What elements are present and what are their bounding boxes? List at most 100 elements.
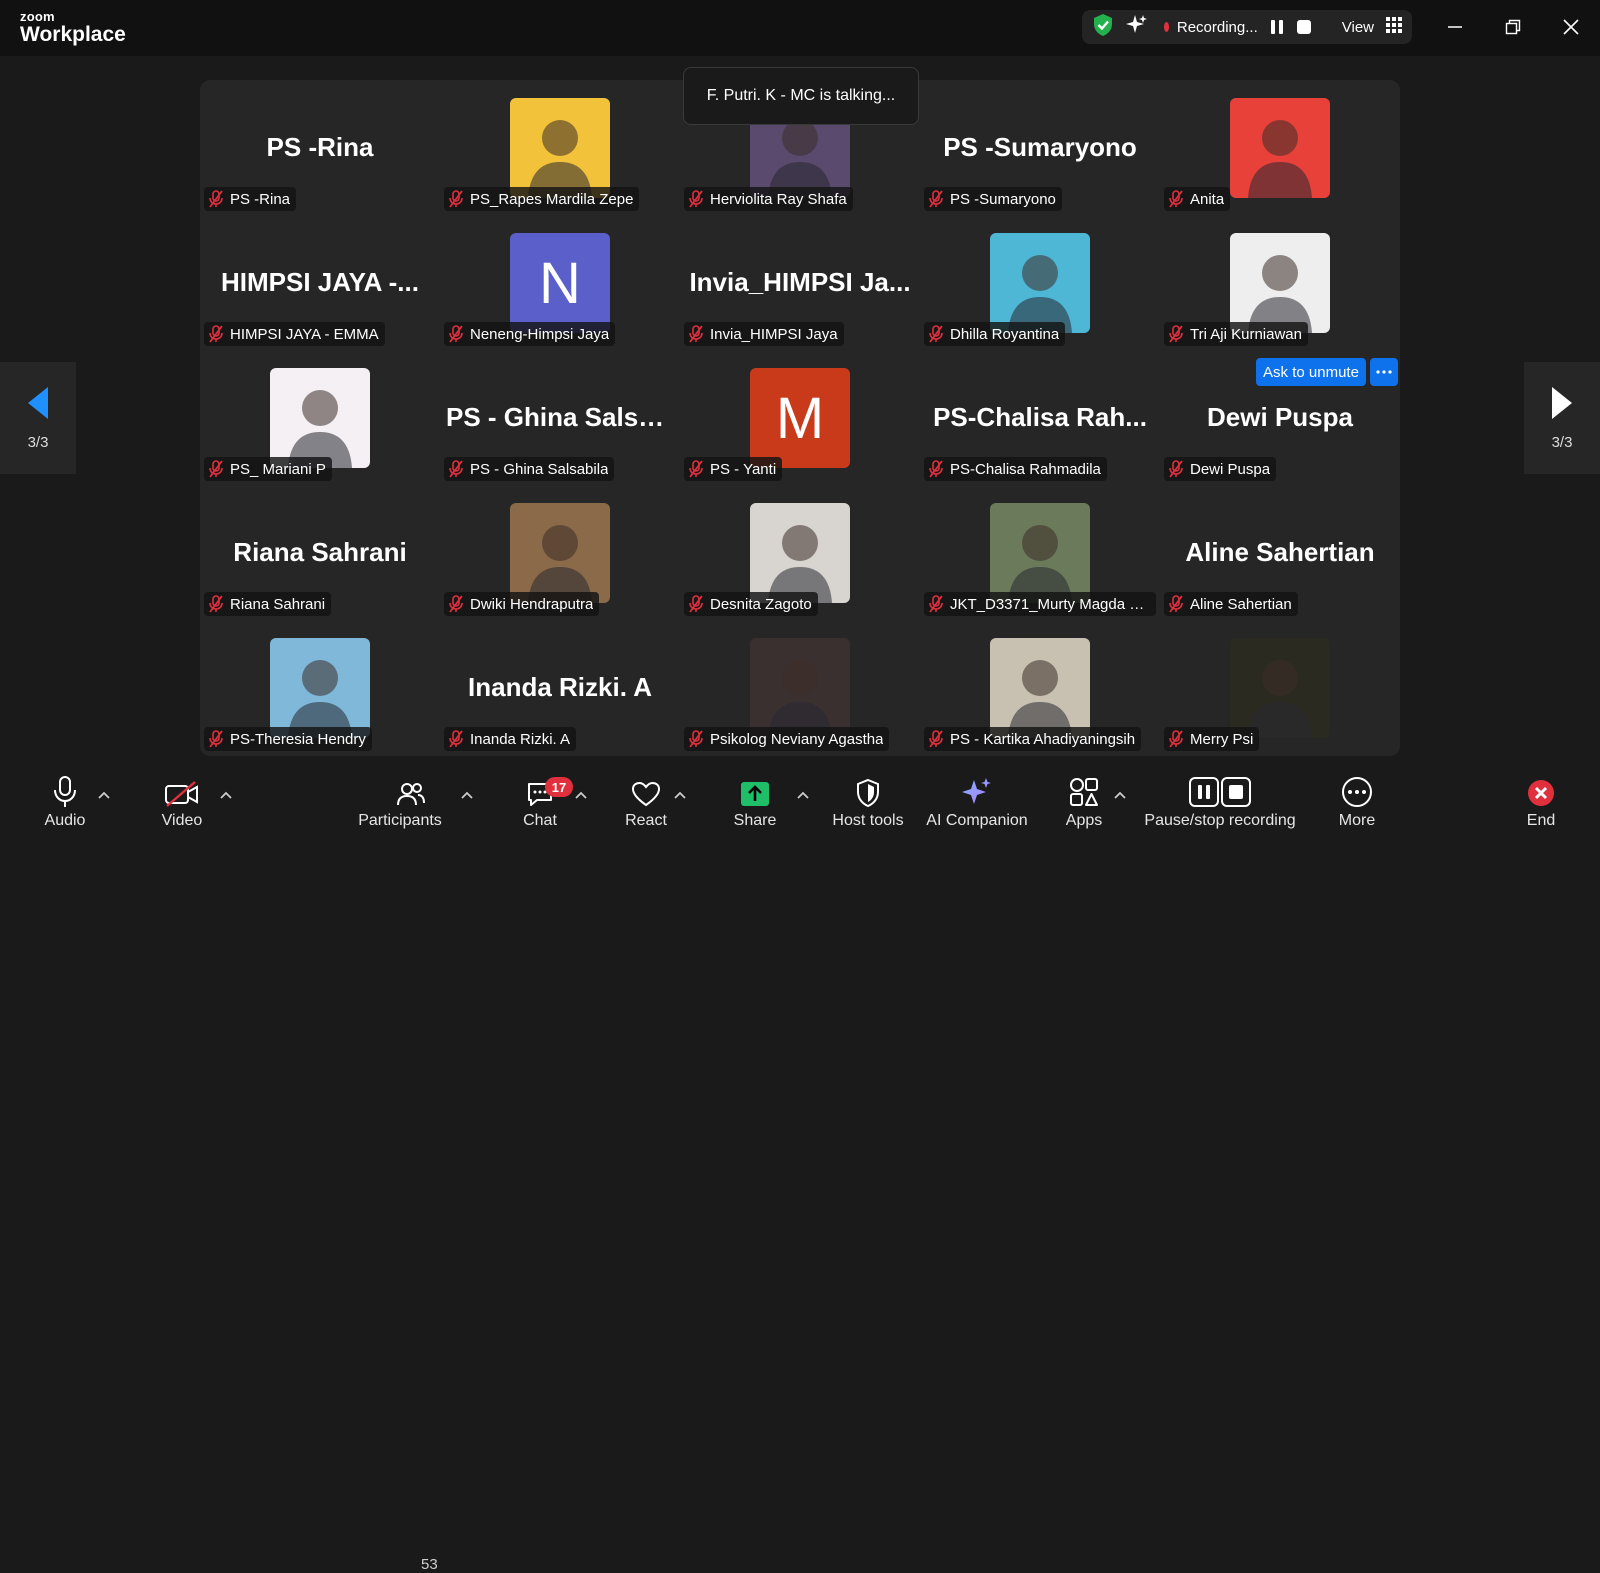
participant-name-label: Dewi Puspa (1164, 457, 1277, 481)
arrow-left-icon (28, 386, 48, 419)
participant-name: Riana Sahrani (230, 595, 326, 613)
participant-name-label: Anita (1164, 187, 1231, 211)
participant-tile[interactable]: Merry Psi (1160, 620, 1400, 755)
apps-button[interactable]: Apps (1059, 770, 1109, 840)
participant-tile[interactable]: PS_Rapes Mardila Zepe (440, 80, 680, 215)
participant-tile[interactable]: PS - Kartika Ahadiyaningsih (920, 620, 1160, 755)
microphone-icon (52, 770, 78, 808)
next-page-button[interactable]: 3/3 (1524, 362, 1600, 474)
participant-name-label: PS_ Mariani P (204, 457, 332, 481)
video-button[interactable]: Video (155, 770, 209, 840)
ask-to-unmute-button[interactable]: Ask to unmute (1256, 358, 1366, 386)
close-button[interactable] (1556, 12, 1586, 42)
audio-label: Audio (44, 812, 86, 829)
heart-icon (631, 770, 661, 808)
participant-tile[interactable]: M PS - Yanti (680, 350, 920, 485)
participants-options-caret-icon[interactable] (460, 788, 474, 802)
participant-name: PS_ Mariani P (230, 460, 326, 478)
participant-tile[interactable]: Dwiki Hendraputra (440, 485, 680, 620)
muted-mic-icon (929, 730, 943, 748)
participant-name-label: Aline Sahertian (1164, 592, 1298, 616)
participant-name: PS-Theresia Hendry (230, 730, 366, 748)
participant-name: JKT_D3371_Murty Magda Pa... (950, 595, 1150, 613)
title-bar: zoom Workplace Recording... View (0, 0, 1600, 56)
participant-tile[interactable]: N Neneng-Himpsi Jaya (440, 215, 680, 350)
ai-companion-icon (961, 770, 993, 808)
person-photo-icon (1248, 120, 1312, 198)
participant-name-label: Merry Psi (1164, 727, 1260, 751)
meeting-status-bar: Recording... View (1082, 10, 1412, 44)
tile-more-options-button[interactable] (1370, 358, 1398, 386)
more-button[interactable]: More (1332, 770, 1382, 840)
participant-name-label: Riana Sahrani (204, 592, 332, 616)
participant-tile[interactable]: Psikolog Neviany Agastha (680, 620, 920, 755)
previous-page-button[interactable]: 3/3 (0, 362, 76, 474)
participants-button[interactable]: Participants (355, 770, 445, 840)
participant-tile[interactable]: Riana Sahrani Riana Sahrani (200, 485, 440, 620)
participant-display-name: Inanda Rizki. A (468, 672, 652, 702)
pause-recording-icon[interactable] (1270, 18, 1284, 36)
participant-tile[interactable]: Inanda Rizki. A Inanda Rizki. A (440, 620, 680, 755)
person-photo-icon (768, 525, 832, 603)
participants-count: 53 (421, 1556, 438, 1573)
apps-options-caret-icon[interactable] (1113, 788, 1127, 802)
person-photo-icon (1248, 660, 1312, 738)
ai-companion-button[interactable]: AI Companion (922, 770, 1032, 840)
react-button[interactable]: React (620, 770, 672, 840)
minimize-button[interactable] (1440, 12, 1470, 42)
participant-tile[interactable]: PS - Ghina Salsa... PS - Ghina Salsabila (440, 350, 680, 485)
participant-avatar (990, 503, 1090, 603)
active-speaker-tooltip: F. Putri. K - MC is talking... (683, 67, 919, 125)
encryption-shield-icon[interactable] (1092, 13, 1114, 41)
participant-tile[interactable]: PS -Sumaryono PS -Sumaryono (920, 80, 1160, 215)
participant-tile[interactable]: PS-Theresia Hendry (200, 620, 440, 755)
stop-recording-icon[interactable] (1296, 18, 1312, 36)
chat-options-caret-icon[interactable] (574, 788, 588, 802)
react-options-caret-icon[interactable] (673, 788, 687, 802)
end-meeting-button[interactable]: End (1516, 770, 1566, 840)
participant-name: Anita (1190, 190, 1225, 208)
participant-display-name: PS-Chalisa Rah... (933, 402, 1147, 432)
participant-tile[interactable]: Tri Aji Kurniawan (1160, 215, 1400, 350)
ai-sparkle-icon[interactable] (1126, 14, 1148, 40)
participant-tile[interactable]: PS_ Mariani P (200, 350, 440, 485)
video-off-icon (164, 770, 200, 808)
participant-name-label: Invia_HIMPSI Jaya (684, 322, 844, 346)
participant-tile[interactable]: PS -Rina PS -Rina (200, 80, 440, 215)
audio-button[interactable]: Audio (38, 770, 92, 840)
ai-companion-label: AI Companion (926, 812, 1028, 829)
participant-avatar (1230, 638, 1330, 738)
participant-name: PS - Kartika Ahadiyaningsih (950, 730, 1136, 748)
audio-options-caret-icon[interactable] (97, 788, 111, 802)
participant-tile[interactable]: JKT_D3371_Murty Magda Pa... (920, 485, 1160, 620)
participant-display-name: PS -Sumaryono (943, 132, 1137, 162)
meeting-toolbar: Audio Video Participants 53 Chat React S… (0, 770, 1600, 1573)
restore-button[interactable] (1498, 12, 1528, 42)
avatar-letter: M (775, 385, 825, 451)
participant-name: Inanda Rizki. A (470, 730, 571, 748)
participant-display-name: Aline Sahertian (1185, 537, 1375, 567)
participant-avatar: N (510, 233, 610, 333)
participant-name: Aline Sahertian (1190, 595, 1292, 613)
view-button[interactable]: View (1342, 19, 1374, 36)
host-tools-button[interactable]: Host tools (828, 770, 908, 840)
participant-tile[interactable]: HIMPSI JAYA -... HIMPSI JAYA - EMMA (200, 215, 440, 350)
grid-view-icon[interactable] (1386, 17, 1402, 37)
pause-stop-recording-button[interactable]: Pause/stop recording (1144, 770, 1296, 840)
participant-tile[interactable]: Dhilla Royantina (920, 215, 1160, 350)
share-button[interactable]: Share (729, 770, 781, 840)
share-options-caret-icon[interactable] (796, 788, 810, 802)
participant-name-label: PS - Yanti (684, 457, 783, 481)
video-options-caret-icon[interactable] (219, 788, 233, 802)
more-icon (1341, 770, 1373, 808)
participant-tile[interactable]: PS-Chalisa Rah... PS-Chalisa Rahmadila (920, 350, 1160, 485)
participant-name-label: PS - Ghina Salsabila (444, 457, 615, 481)
participant-tile[interactable]: Invia_HIMPSI Ja... Invia_HIMPSI Jaya (680, 215, 920, 350)
participant-tile[interactable]: Anita (1160, 80, 1400, 215)
apps-label: Apps (1065, 812, 1103, 829)
participant-name-label: PS_Rapes Mardila Zepe (444, 187, 640, 211)
participant-tile[interactable]: Desnita Zagoto (680, 485, 920, 620)
participant-tile[interactable]: Aline Sahertian Aline Sahertian (1160, 485, 1400, 620)
participant-avatar (990, 233, 1090, 333)
muted-mic-icon (1169, 595, 1183, 613)
